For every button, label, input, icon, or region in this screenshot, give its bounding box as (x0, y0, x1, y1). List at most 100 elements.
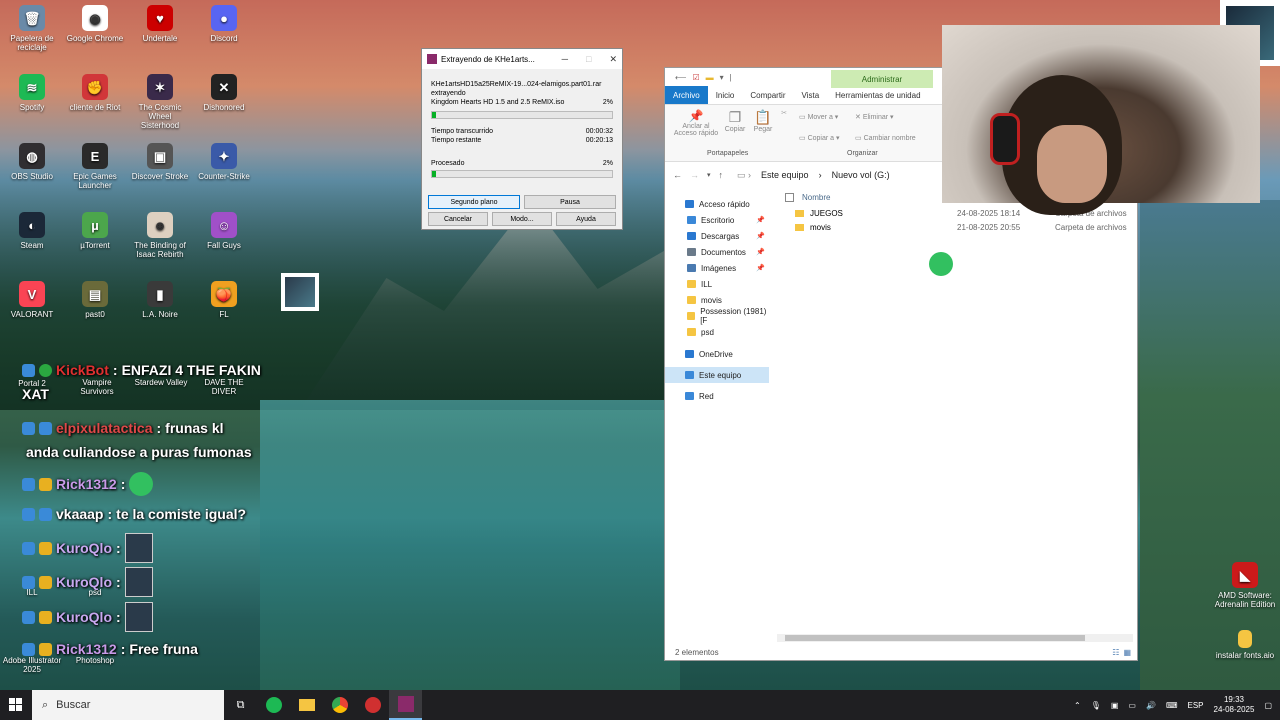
taskbar-file-explorer[interactable] (290, 690, 323, 720)
task-view-button[interactable]: ⧉ (224, 690, 257, 720)
background-button[interactable]: Segundo plano (428, 195, 520, 209)
copy-to-button[interactable]: ▭ Copiar a ▾ (799, 134, 840, 142)
close-icon[interactable]: ✕ (609, 54, 617, 65)
desktop-icon-photoshop[interactable]: Photoshop (64, 656, 126, 665)
cancel-button[interactable]: Cancelar (428, 212, 488, 226)
desktop-icon-psd[interactable]: psd (64, 588, 126, 597)
device-icon[interactable]: ▣ (1111, 701, 1119, 710)
nav-item[interactable]: ILL (665, 276, 769, 292)
tab-vista[interactable]: Vista (794, 86, 828, 104)
desktop-icon[interactable]: ▮ L.A. Noire (129, 281, 191, 319)
dialog-titlebar[interactable]: Extrayendo de KHe1arts... ─ □ ✕ (422, 49, 622, 69)
pin-button[interactable]: 📌 Anclar al Acceso rápido (671, 109, 721, 137)
desktop-icon-amd[interactable]: ◣ AMD Software: Adrenalin Edition (1214, 562, 1276, 609)
desktop-icon[interactable]: ▤ past0 (64, 281, 126, 319)
desktop-icon[interactable]: 🗑 Papelera de reciclaje (1, 5, 63, 52)
taskbar-obs[interactable] (356, 690, 389, 720)
nav-item[interactable]: Possession (1981) [F (665, 307, 769, 325)
desktop-icon[interactable]: ◍ OBS Studio (1, 143, 63, 181)
desktop-icon[interactable]: ≋ Spotify (1, 74, 63, 112)
nav-item[interactable]: psd (665, 324, 769, 340)
cut-icon[interactable]: ✂ (779, 109, 789, 117)
desktop-icon[interactable]: V VALORANT (1, 281, 63, 319)
desktop-icon-fonts[interactable]: instalar fonts.aio (1214, 630, 1276, 660)
details-view-icon[interactable]: ☷ (1112, 648, 1119, 657)
dropdown-icon[interactable]: ▾ (720, 73, 724, 82)
nav-item[interactable]: movis (665, 292, 769, 308)
address-bar[interactable]: ▭ › Este equipo › Nuevo vol (G:) (737, 170, 890, 181)
nav-item[interactable]: Documentos 📌 (665, 244, 769, 260)
dropdown-icon[interactable]: ▾ (707, 171, 711, 179)
desktop-icon-portal2[interactable]: Portal 2 (1, 379, 63, 388)
tiles-view-icon[interactable]: ▦ (1123, 648, 1131, 657)
nav-item[interactable]: Imágenes 📌 (665, 260, 769, 276)
network-icon[interactable]: ▭ (1128, 701, 1136, 710)
desktop-icon-dave[interactable]: DAVE THE DIVER (193, 378, 255, 396)
chat-message: Rick1312 : (22, 472, 154, 496)
minimize-icon[interactable]: ─ (562, 54, 568, 65)
checkmark-icon[interactable]: ☑ (692, 73, 699, 82)
select-all-checkbox[interactable] (785, 192, 794, 202)
desktop-icon[interactable]: E Epic Games Launcher (64, 143, 126, 190)
back-arrow-icon[interactable]: ⟵ (675, 73, 686, 82)
tab-administrar[interactable]: Administrar (831, 70, 933, 88)
paste-button[interactable]: 📋 Pegar (749, 109, 777, 133)
nav-item[interactable]: Este equipo (665, 367, 769, 383)
notification-icon[interactable]: ▢ (1264, 701, 1272, 710)
desktop-icon[interactable]: ◐ Steam (1, 212, 63, 250)
taskbar-search[interactable]: ⌕ Buscar (32, 690, 224, 720)
desktop-icon-ill[interactable]: ILL (1, 588, 63, 597)
tab-herramientas[interactable]: Herramientas de unidad (827, 86, 928, 104)
taskbar-spotify[interactable] (257, 690, 290, 720)
nav-item[interactable]: Red (665, 388, 769, 404)
tab-inicio[interactable]: Inicio (708, 86, 743, 104)
help-button[interactable]: Ayuda (556, 212, 616, 226)
move-to-button[interactable]: ▭ Mover a ▾ (799, 113, 838, 121)
nav-item[interactable]: Escritorio 📌 (665, 212, 769, 228)
volume-icon[interactable]: 🔊 (1146, 701, 1156, 710)
desktop-icon-illustrator[interactable]: Adobe Illustrator 2025 (1, 656, 63, 674)
mode-button[interactable]: Modo... (492, 212, 552, 226)
desktop-icon[interactable]: ▣ Discover Stroke (129, 143, 191, 181)
nav-item[interactable]: Acceso rápido (665, 196, 769, 212)
taskbar-winrar[interactable] (389, 690, 422, 720)
delete-button[interactable]: ✕ Eliminar ▾ (855, 113, 894, 121)
rename-button[interactable]: ▭ Cambiar nombre (855, 134, 916, 142)
system-tray: ⌃ 🎙 ▣ ▭ 🔊 ⌨ ESP 19:33 24-08-2025 ▢ (1074, 695, 1280, 715)
desktop-icon[interactable]: ☻ The Binding of Isaac Rebirth (129, 212, 191, 259)
desktop-icon[interactable]: ◉ Google Chrome (64, 5, 126, 43)
folder-icon[interactable]: ▬ (706, 73, 714, 82)
keyboard-icon[interactable]: ⌨ (1166, 701, 1178, 710)
desktop-icon[interactable]: µ µTorrent (64, 212, 126, 250)
clock[interactable]: 19:33 24-08-2025 (1214, 695, 1255, 715)
pause-button[interactable]: Pausa (524, 195, 616, 209)
start-button[interactable] (0, 690, 32, 720)
copy-button[interactable]: ❐ Copiar (721, 109, 749, 133)
maximize-icon[interactable]: □ (586, 54, 591, 65)
nav-item[interactable]: Descargas 📌 (665, 228, 769, 244)
scrollbar-thumb[interactable] (785, 635, 1085, 641)
winrar-icon (427, 54, 437, 64)
desktop-icon-stardew[interactable]: Stardew Valley (130, 378, 192, 387)
desktop-icon[interactable]: ✊ cliente de Riot (64, 74, 126, 112)
up-icon[interactable]: ↑ (719, 170, 724, 180)
desktop-icon[interactable]: ✦ Counter-Strike (193, 143, 255, 181)
table-row[interactable]: movis 21-08-2025 20:55 Carpeta de archiv… (775, 220, 1137, 234)
desktop-icon[interactable]: 🍑 FL (193, 281, 255, 319)
desktop-icon[interactable]: ♥ Undertale (129, 5, 191, 43)
desktop-icon[interactable]: ● Discord (193, 5, 255, 43)
desktop-icon[interactable]: ☺ Fall Guys (193, 212, 255, 250)
language-indicator[interactable]: ESP (1188, 701, 1204, 710)
nav-item[interactable]: OneDrive (665, 346, 769, 362)
tab-compartir[interactable]: Compartir (742, 86, 793, 104)
horizontal-scrollbar[interactable] (777, 634, 1133, 642)
tab-archivo[interactable]: Archivo (665, 86, 708, 104)
taskbar-chrome[interactable] (323, 690, 356, 720)
microphone-icon[interactable]: 🎙 (1091, 701, 1101, 710)
desktop-icon[interactable]: ✶ The Cosmic Wheel Sisterhood (129, 74, 191, 130)
desktop-icon[interactable]: ✕ Dishonored (193, 74, 255, 112)
forward-icon[interactable]: → (690, 170, 699, 180)
chevron-up-icon[interactable]: ⌃ (1074, 701, 1081, 710)
back-icon[interactable]: ← (673, 170, 682, 180)
desktop-icon-vampire-survivors[interactable]: Vampire Survivors (66, 378, 128, 396)
